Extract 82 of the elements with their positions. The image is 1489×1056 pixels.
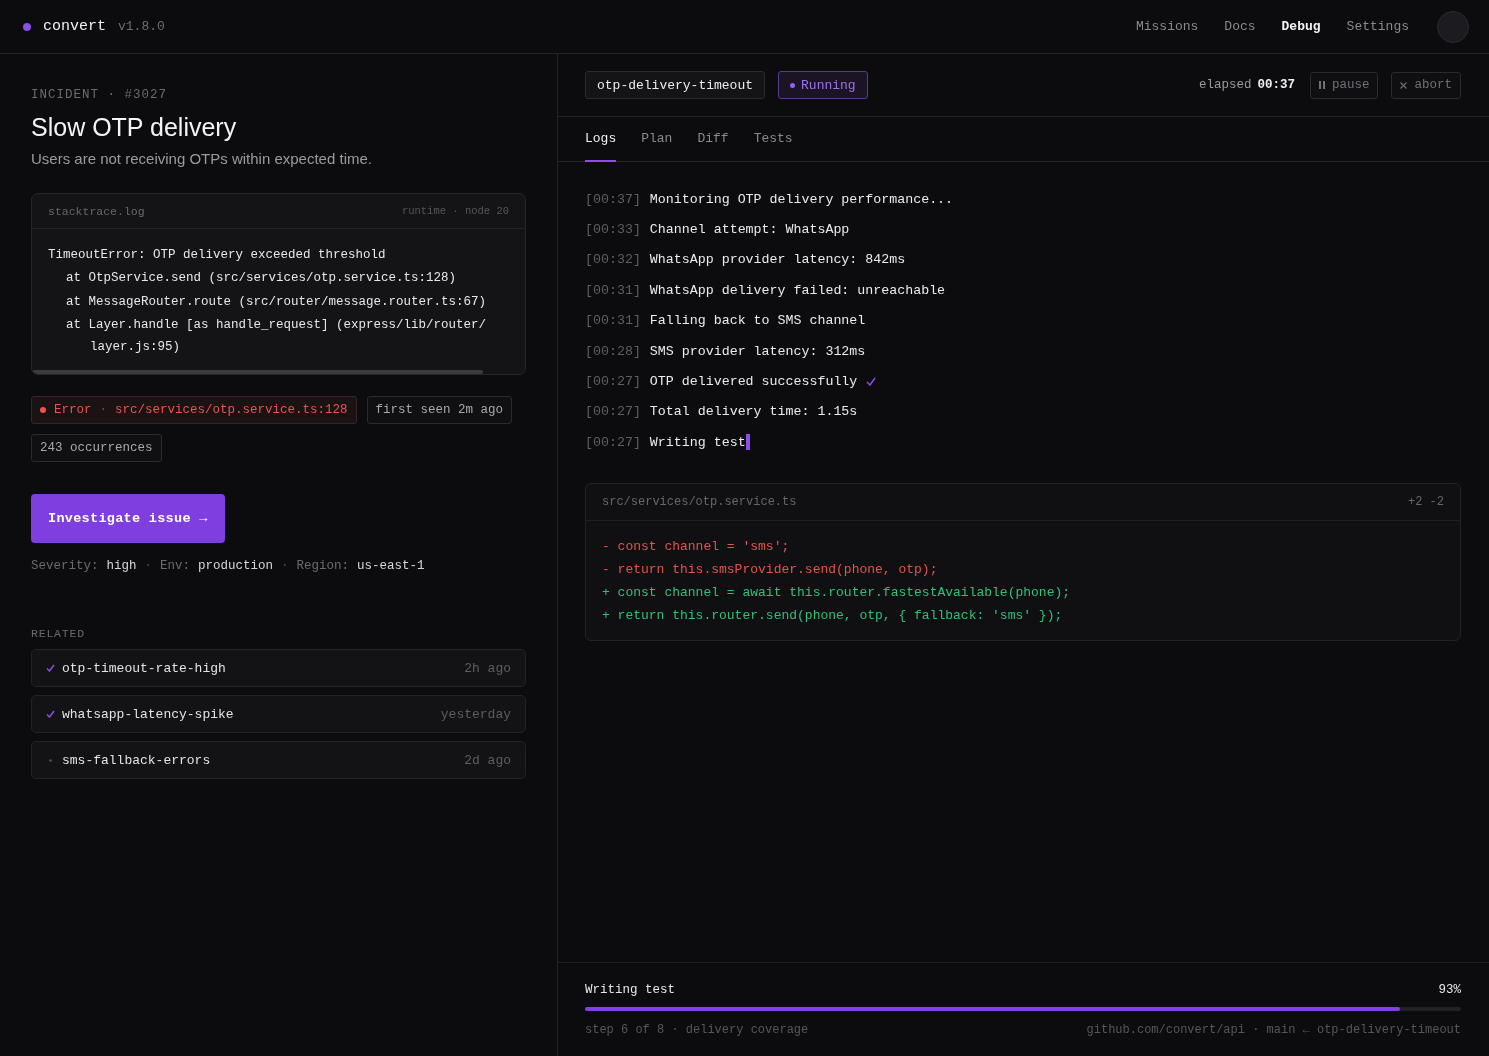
avatar[interactable]: [1437, 10, 1469, 43]
timestamp: 2h ago: [464, 660, 511, 676]
timestamp: 2d ago: [464, 752, 511, 768]
stack-line: at Layer.handle [as handle_request] (express/lib/router/: [65, 316, 488, 334]
log-timestamp: [00:27]: [585, 374, 641, 390]
app-version: v1.8.0: [118, 19, 165, 34]
close-icon: [1400, 81, 1408, 89]
branch-info: github.com/convert/api · main ← otp-delivery-timeout: [1086, 1023, 1461, 1037]
progress-percent: 93%: [1438, 983, 1461, 997]
meta-label: Env:: [160, 559, 191, 574]
stack-line: layer.js:95): [89, 339, 181, 357]
log-message: WhatsApp provider latency: 842ms: [649, 252, 906, 268]
incident-id: INCIDENT · #3027: [31, 88, 169, 102]
nav-link[interactable]: Settings: [1346, 19, 1409, 34]
log-message: Writing test: [649, 434, 746, 450]
separator-dot: ·: [144, 559, 153, 574]
app-name: convert: [43, 18, 106, 35]
incident-name: sms-fallback-errors: [62, 752, 212, 768]
pause-button[interactable]: pause: [1309, 71, 1379, 99]
log-timestamp: [00:31]: [585, 313, 641, 329]
info-tag: 243 occurrences: [31, 434, 162, 463]
meta-label: Region:: [296, 559, 350, 574]
log-message: Total delivery time: 1.15s: [649, 404, 858, 420]
file-name: src/services/otp.service.ts: [602, 494, 797, 509]
log-timestamp: [00:32]: [585, 252, 641, 268]
added-line: + const channel = await this.router.fastestAvailable(phone);: [602, 583, 1072, 602]
diff-stats: +2 -2: [1408, 494, 1444, 509]
progress-label: Writing test: [585, 983, 675, 997]
meta-value: high: [106, 559, 137, 574]
log-timestamp: [00:37]: [585, 191, 641, 207]
tab[interactable]: Diff: [697, 117, 729, 162]
logo-dot: [23, 22, 31, 31]
nav-link[interactable]: Missions: [1135, 19, 1199, 34]
pause-icon: [1318, 81, 1325, 89]
error-tag: Error · src/services/otp.service.ts:128: [31, 396, 357, 425]
log-timestamp: [00:27]: [585, 434, 641, 450]
check-icon: [866, 377, 877, 387]
step-info: step 6 of 8 · delivery coverage: [585, 1023, 809, 1037]
incident-title: Slow OTP delivery: [31, 113, 238, 142]
log-message: Channel attempt: WhatsApp: [649, 222, 850, 238]
log-timestamp: [00:27]: [585, 404, 641, 420]
investigate-button[interactable]: Investigate issue →: [31, 494, 225, 544]
stack-line: at OtpService.send (src/services/otp.service.ts:128): [65, 270, 458, 288]
stack-line: at MessageRouter.route (src/router/message.router.ts:67): [65, 293, 488, 311]
timestamp: yesterday: [440, 706, 511, 722]
section-heading: RELATED: [31, 627, 86, 641]
meta-value: us-east-1: [357, 559, 425, 574]
tab[interactable]: Plan: [641, 117, 673, 162]
info-tag: first seen 2m ago: [366, 396, 513, 425]
nav-link[interactable]: Debug: [1281, 19, 1321, 34]
meta-value: production: [198, 559, 274, 574]
removed-line: - const channel = 'sms';: [602, 537, 791, 556]
scrollbar[interactable]: [32, 370, 483, 375]
tab[interactable]: Tests: [753, 117, 793, 162]
related-item[interactable]: whatsapp-latency-spike yesterday: [31, 695, 526, 734]
incident-description: Users are not receiving OTPs within expected time.: [31, 150, 373, 167]
abort-button[interactable]: abort: [1391, 71, 1461, 99]
added-line: + return this.router.send(phone, otp, { fallback: 'sms' });: [602, 606, 1064, 625]
log-timestamp: [00:33]: [585, 222, 641, 238]
log-message: Falling back to SMS channel: [649, 313, 866, 329]
log-timestamp: [00:28]: [585, 343, 641, 359]
elapsed-time: elapsed 00:37: [1198, 78, 1295, 92]
log-timestamp: [00:31]: [585, 282, 641, 298]
log-message: Monitoring OTP delivery performance...: [649, 191, 954, 207]
tab[interactable]: Logs: [585, 117, 617, 162]
nav-link[interactable]: Docs: [1224, 19, 1256, 34]
meta-label: Severity:: [31, 559, 99, 574]
log-message: OTP delivered successfully: [649, 374, 858, 390]
related-item[interactable]: sms-fallback-errors 2d ago: [31, 741, 526, 780]
incident-name: whatsapp-latency-spike: [62, 706, 235, 722]
runtime-label: runtime · node 20: [401, 205, 509, 217]
file-name: stacktrace.log: [48, 204, 145, 218]
log-message: WhatsApp delivery failed: unreachable: [649, 282, 946, 298]
log-message: SMS provider latency: 312ms: [649, 343, 866, 359]
removed-line: - return this.smsProvider.send(phone, otp);: [602, 560, 939, 579]
stack-line: TimeoutError: OTP delivery exceeded threshold: [48, 247, 387, 264]
text-cursor: [745, 434, 750, 451]
incident-name: otp-timeout-rate-high: [62, 660, 227, 676]
status-badge: Running: [778, 71, 868, 99]
task-name: otp-delivery-timeout: [585, 71, 766, 99]
separator-dot: ·: [281, 559, 289, 574]
related-item[interactable]: otp-timeout-rate-high 2h ago: [31, 649, 526, 688]
